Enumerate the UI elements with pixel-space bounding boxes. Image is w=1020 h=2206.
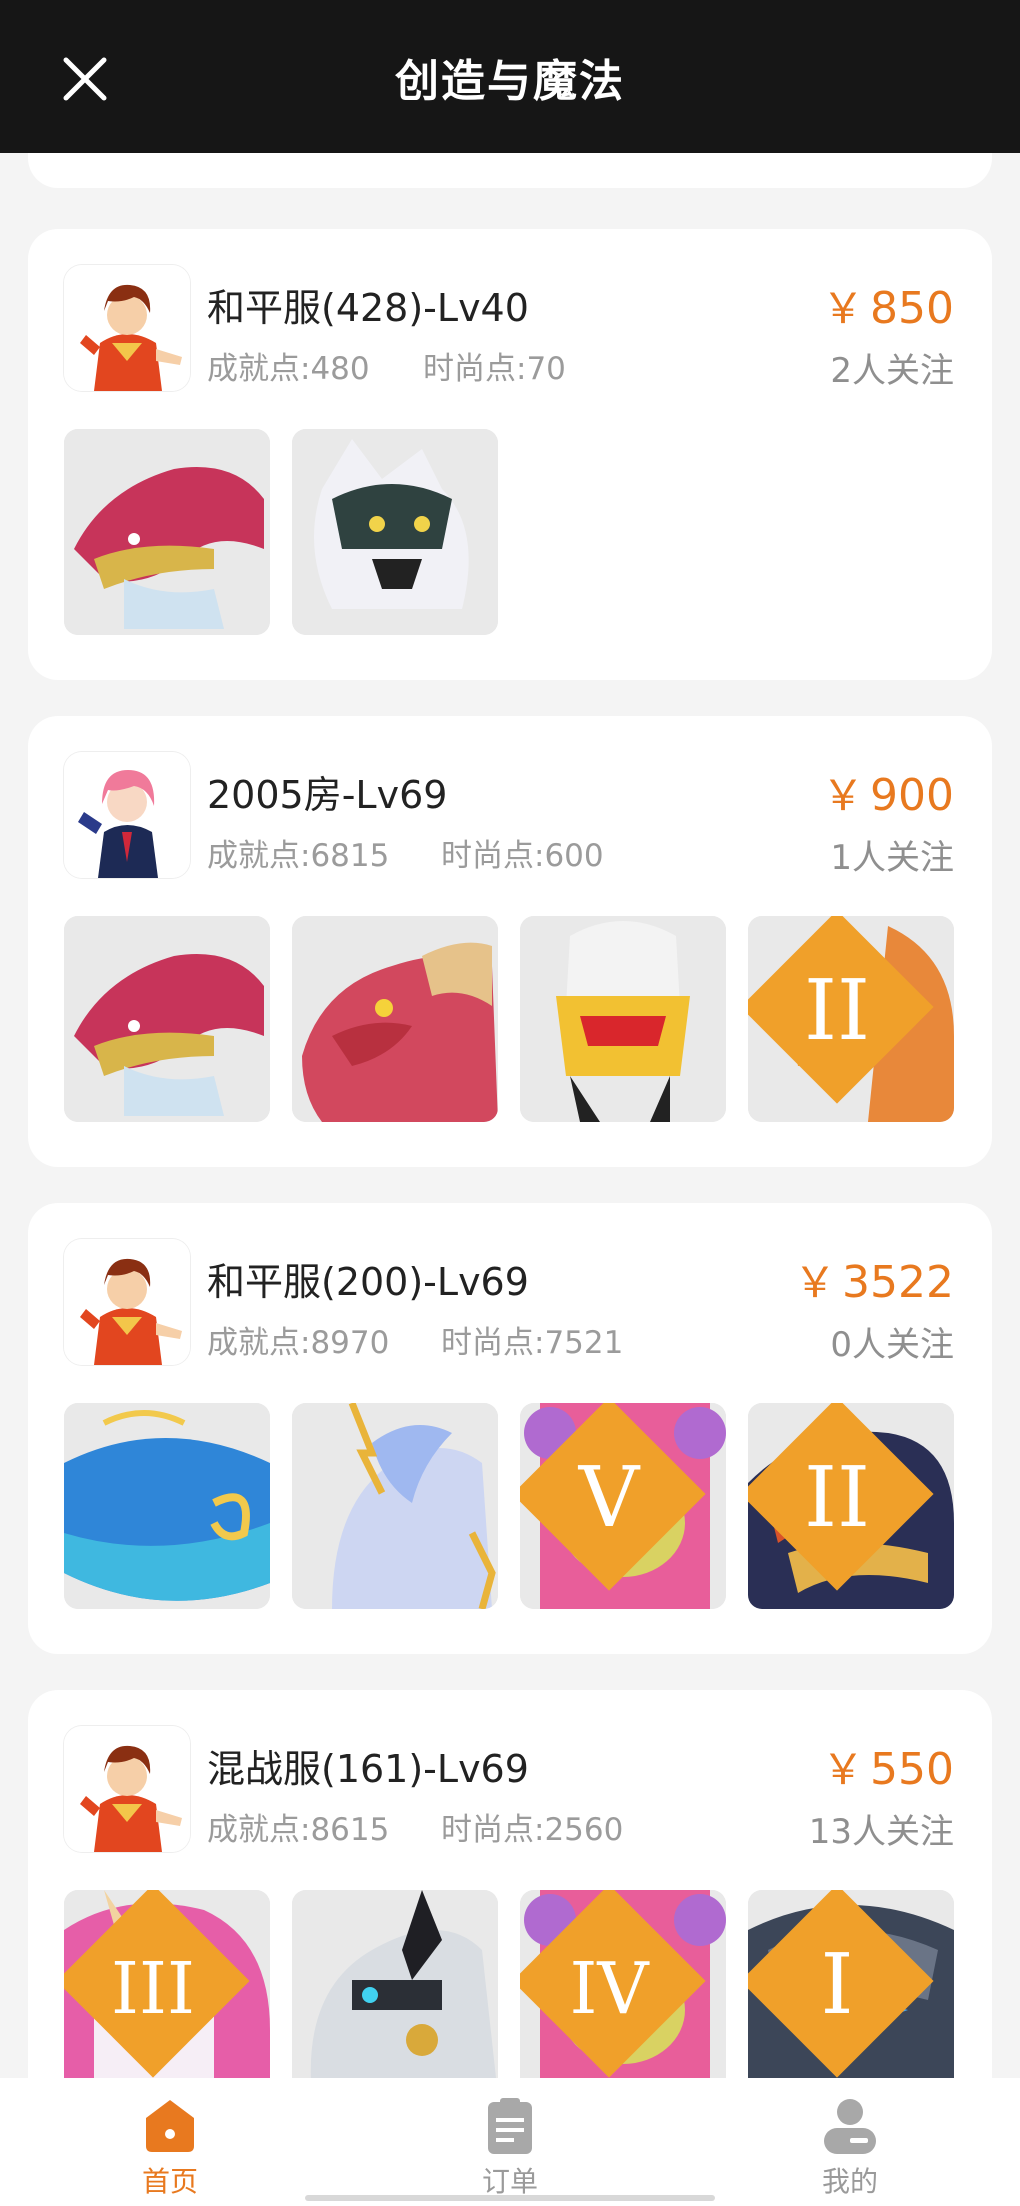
order-list-icon <box>488 2098 532 2154</box>
follower-count: 2人关注 <box>830 351 954 391</box>
red-hair-boy-avatar <box>64 1726 190 1852</box>
tab-orders[interactable]: 订单 <box>340 2078 680 2206</box>
listing-title: 和平服(428)-Lv40 <box>207 286 529 330</box>
follower-count: 0人关注 <box>830 1325 954 1365</box>
svg-text:III: III <box>111 1947 195 2030</box>
svg-text:II: II <box>804 1448 870 1546</box>
currency-symbol: ￥ <box>822 284 865 333</box>
bottom-tab-bar: 首页 订单 我的 <box>0 2078 1020 2206</box>
pink-bear-mount[interactable]: IV <box>520 1890 726 2078</box>
tier-badge: II <box>748 916 934 1104</box>
tier-badge: I <box>748 1890 934 2078</box>
tab-mine-label: 我的 <box>821 2165 878 2198</box>
white-wolf-mount[interactable] <box>292 429 498 635</box>
top-bar: 创造与魔法 <box>0 0 1020 153</box>
currency-symbol: ￥ <box>822 1745 865 1794</box>
svg-text:I: I <box>820 1935 853 2033</box>
tier-badge: V <box>520 1403 706 1591</box>
currency-symbol: ￥ <box>822 771 865 820</box>
price-value: 850 <box>870 283 954 334</box>
user-icon <box>824 2099 876 2154</box>
price-value: 550 <box>870 1744 954 1795</box>
tier-badge: III <box>64 1890 250 2078</box>
fashion-points: 时尚点:600 <box>441 838 604 874</box>
dark-dragon-mount[interactable]: II <box>748 1403 954 1609</box>
follower-count: 1人关注 <box>830 838 954 878</box>
pink-bear-mount[interactable]: V <box>520 1403 726 1609</box>
svg-text:II: II <box>804 961 870 1059</box>
unicorn-mount[interactable]: III <box>64 1890 270 2078</box>
price-value: 3522 <box>842 1257 954 1308</box>
price-value: 900 <box>870 770 954 821</box>
listing-title: 2005房-Lv69 <box>207 773 448 817</box>
tier-badge: IV <box>520 1890 706 2078</box>
pink-hair-girl-avatar <box>64 752 190 878</box>
ice-horse-mount[interactable] <box>292 1403 498 1609</box>
stone-golem-mount[interactable]: I <box>748 1890 954 2078</box>
achievement-points: 成就点:6815 <box>207 838 390 874</box>
blue-whale-mount[interactable] <box>64 1403 270 1609</box>
pink-dragon-mount[interactable] <box>292 916 498 1122</box>
fashion-points: 时尚点:7521 <box>441 1325 624 1361</box>
home-indicator <box>305 2195 715 2201</box>
listing-price: ￥ 550 <box>822 1736 954 1797</box>
home-icon <box>146 2100 194 2152</box>
listing-card[interactable]: 和平服(200)-Lv69 成就点:8970 时尚点:7521 ￥ 3522 0人… <box>28 1203 992 1654</box>
page-title: 创造与魔法 <box>395 56 625 107</box>
mech-dragon-mount[interactable] <box>292 1890 498 2078</box>
red-hair-boy-avatar <box>64 1239 190 1365</box>
listing-title: 和平服(200)-Lv69 <box>207 1260 529 1304</box>
tab-home[interactable]: 首页 <box>0 2078 340 2206</box>
listing-card[interactable]: 和平服(428)-Lv40 成就点:480 时尚点:70 ￥ 850 2人关注 <box>28 229 992 680</box>
svg-text:V: V <box>578 1448 641 1546</box>
follower-count: 13人关注 <box>808 1812 954 1852</box>
red-dragon-mount[interactable] <box>64 429 270 635</box>
listing-title: 混战服(161)-Lv69 <box>207 1747 529 1791</box>
listing-price: ￥ 900 <box>822 762 954 823</box>
red-dragon-mount[interactable] <box>64 916 270 1122</box>
tab-home-label: 首页 <box>141 2165 198 2198</box>
currency-symbol: ￥ <box>794 1258 837 1307</box>
fashion-points: 时尚点:70 <box>423 351 566 387</box>
previous-listing-card[interactable] <box>28 153 992 188</box>
phoenix-bird-mount[interactable]: II <box>748 916 954 1122</box>
achievement-points: 成就点:480 <box>207 351 370 387</box>
svg-text:IV: IV <box>569 1947 650 2030</box>
listing-card[interactable]: 2005房-Lv69 成就点:6815 时尚点:600 ￥ 900 1人关注 I… <box>28 716 992 1167</box>
red-hair-boy-avatar <box>64 265 190 391</box>
listing-card[interactable]: 混战服(161)-Lv69 成就点:8615 时尚点:2560 ￥ 550 13人… <box>28 1690 992 2078</box>
tab-mine[interactable]: 我的 <box>680 2078 1020 2206</box>
tab-orders-label: 订单 <box>481 2165 538 2198</box>
listing-price: ￥ 3522 <box>794 1249 954 1310</box>
achievement-points: 成就点:8615 <box>207 1812 390 1848</box>
listing-price: ￥ 850 <box>822 275 954 336</box>
fashion-points: 时尚点:2560 <box>441 1812 624 1848</box>
golden-armor-mount[interactable] <box>520 916 726 1122</box>
achievement-points: 成就点:8970 <box>207 1325 390 1361</box>
tier-badge: II <box>748 1403 934 1591</box>
listing-feed[interactable]: 和平服(428)-Lv40 成就点:480 时尚点:70 ￥850 2人关注 <box>0 153 1020 2078</box>
